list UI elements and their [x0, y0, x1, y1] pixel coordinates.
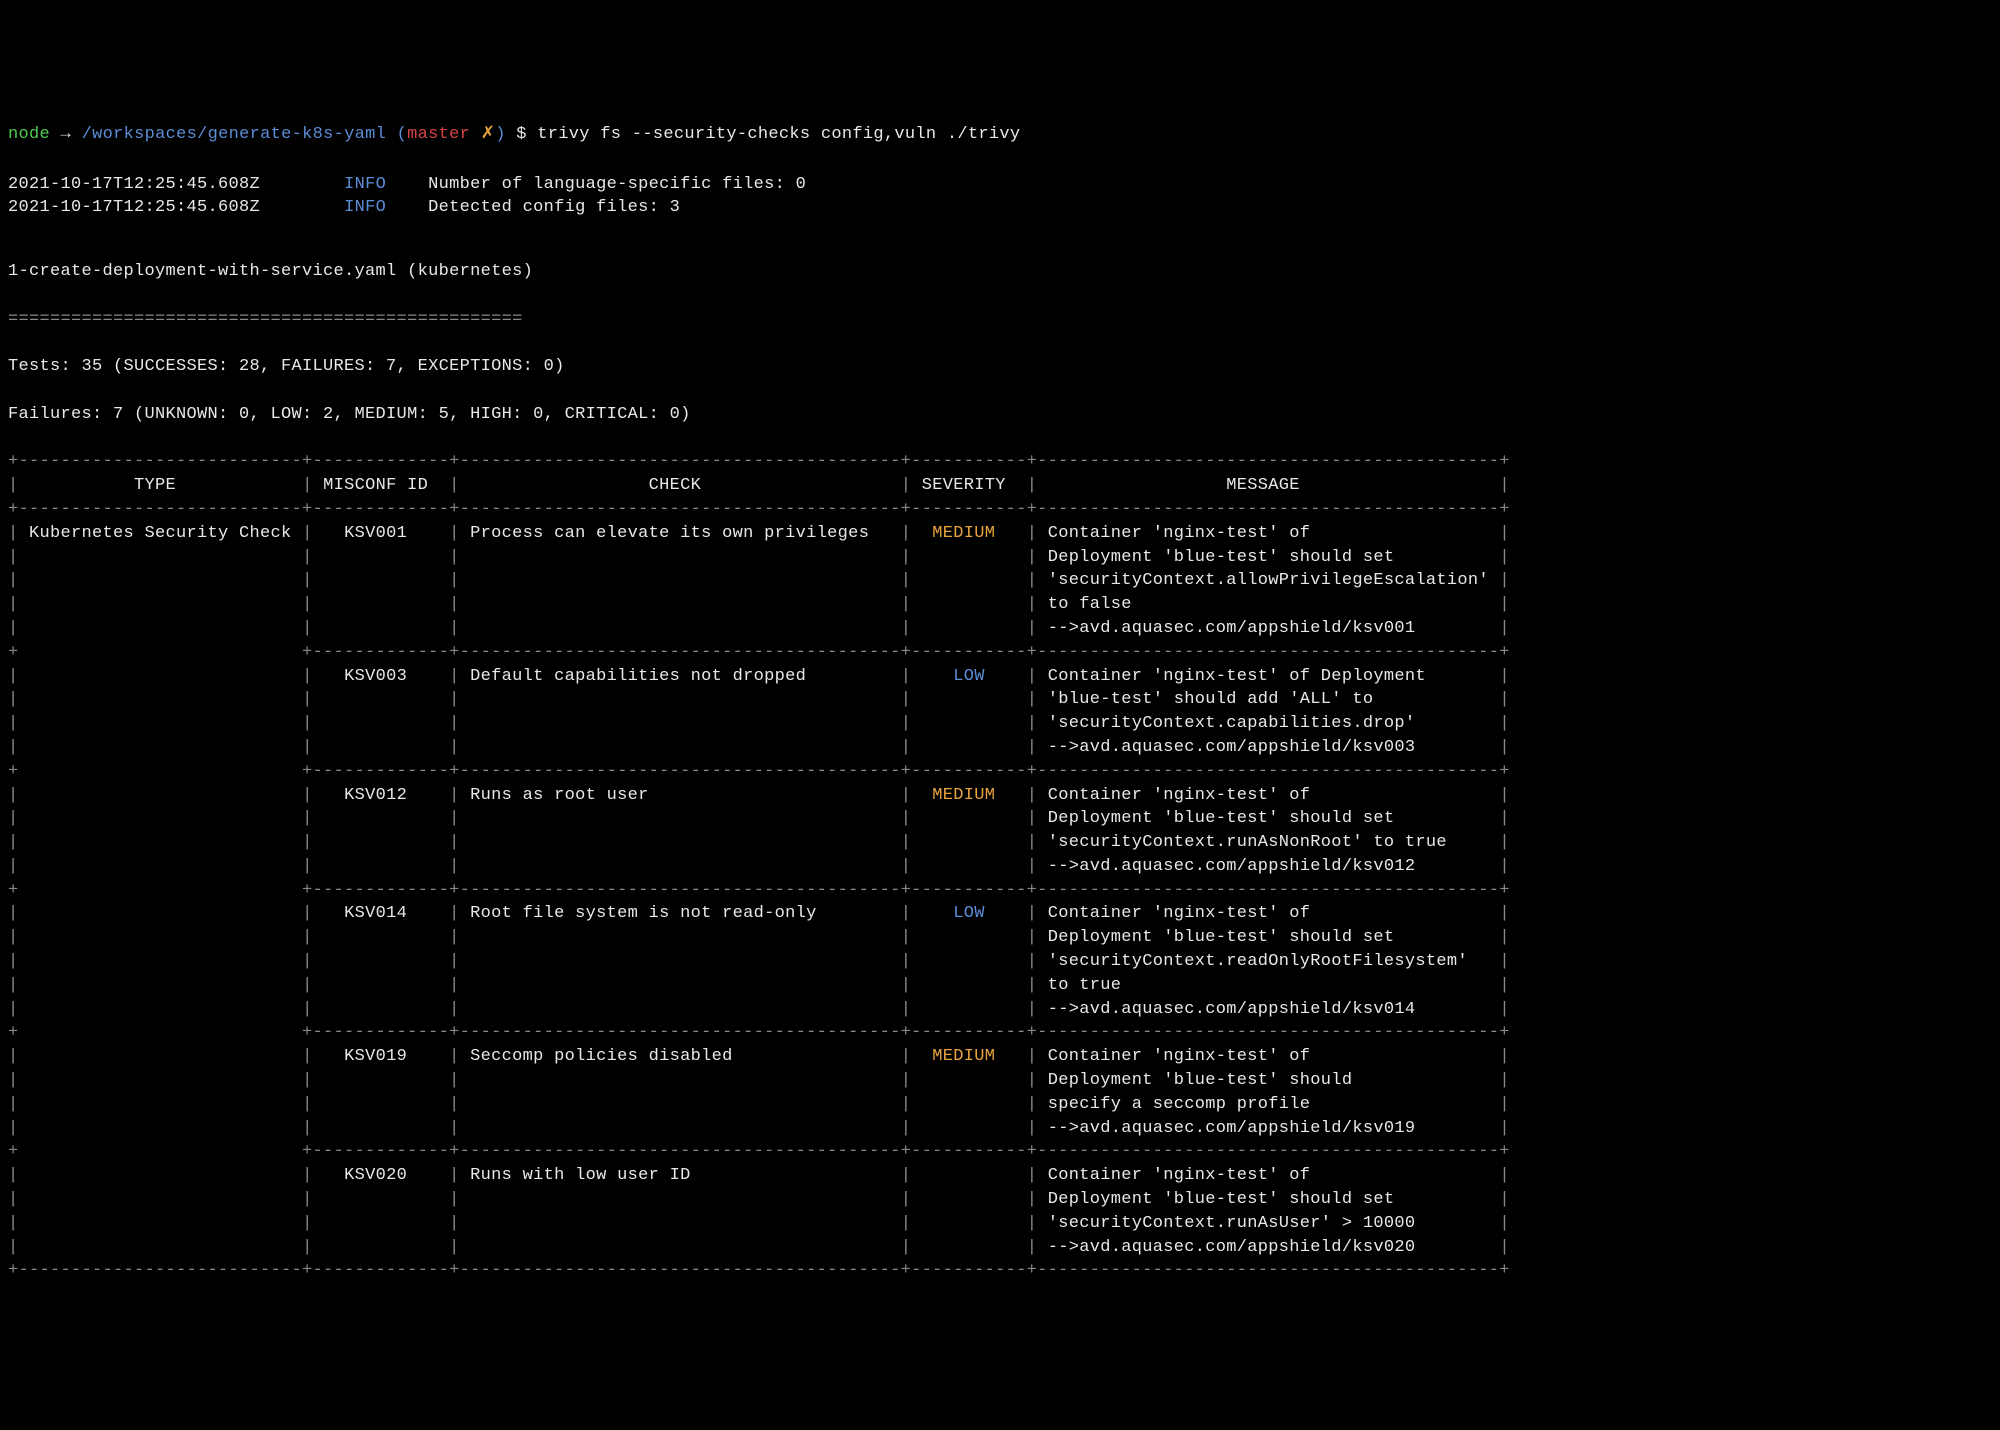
table-row: | | | | | -->avd.aquasec.com/appshield/k… [8, 1236, 1992, 1260]
table-row: | | | | | Deployment 'blue-test' should … [8, 807, 1992, 831]
git-dirty-icon: ✗ [481, 125, 496, 144]
table-row: + +-------------+-----------------------… [8, 760, 1992, 784]
table-row: | | | | | 'securityContext.capabilities.… [8, 712, 1992, 736]
table-row: | | | | | 'securityContext.runAsNonRoot'… [8, 831, 1992, 855]
command-text: trivy fs --security-checks config,vuln .… [537, 125, 1020, 144]
shell-prompt[interactable]: node → /workspaces/generate-k8s-yaml (ma… [8, 123, 1992, 147]
failures-summary: Failures: 7 (UNKNOWN: 0, LOW: 2, MEDIUM:… [8, 403, 1992, 427]
prompt-arrow: → [61, 125, 72, 144]
table-row: +---------------------------+-----------… [8, 450, 1992, 474]
table-row: | | | | | 'securityContext.allowPrivileg… [8, 569, 1992, 593]
table-row: | | | | | to true | [8, 974, 1992, 998]
git-branch: master [407, 125, 470, 144]
table-row: | | KSV019 | Seccomp policies disabled |… [8, 1045, 1992, 1069]
table-row: | | | | | to false | [8, 593, 1992, 617]
table-row: | | | | | specify a seccomp profile | [8, 1093, 1992, 1117]
table-row: | | KSV003 | Default capabilities not dr… [8, 665, 1992, 689]
prompt-cwd: /workspaces/generate-k8s-yaml [82, 125, 387, 144]
table-row: | | | | | 'securityContext.runAsUser' > … [8, 1212, 1992, 1236]
table-row: | | | | | -->avd.aquasec.com/appshield/k… [8, 1117, 1992, 1141]
table-row: | | | | | -->avd.aquasec.com/appshield/k… [8, 617, 1992, 641]
results-table: +---------------------------+-----------… [8, 450, 1992, 1283]
terminal-output: node → /workspaces/generate-k8s-yaml (ma… [8, 99, 1992, 1307]
table-row: | | | | | -->avd.aquasec.com/appshield/k… [8, 855, 1992, 879]
table-row: | | | | | Deployment 'blue-test' should … [8, 1188, 1992, 1212]
table-row: | TYPE | MISCONF ID | CHECK | SEVERITY |… [8, 474, 1992, 498]
prompt-dollar: $ [516, 125, 527, 144]
log-line: 2021-10-17T12:25:45.608Z INFO Detected c… [8, 196, 1992, 220]
table-row: | | KSV020 | Runs with low user ID | | C… [8, 1164, 1992, 1188]
header-divider: ========================================… [8, 308, 1992, 332]
table-row: + +-------------+-----------------------… [8, 641, 1992, 665]
table-row: | | KSV012 | Runs as root user | MEDIUM … [8, 784, 1992, 808]
table-row: | Kubernetes Security Check | KSV001 | P… [8, 522, 1992, 546]
log-line: 2021-10-17T12:25:45.608Z INFO Number of … [8, 173, 1992, 197]
table-row: | | | | | 'securityContext.readOnlyRootF… [8, 950, 1992, 974]
table-row: | | | | | -->avd.aquasec.com/appshield/k… [8, 998, 1992, 1022]
table-row: | | | | | Deployment 'blue-test' should … [8, 546, 1992, 570]
table-row: | | KSV014 | Root file system is not rea… [8, 902, 1992, 926]
table-row: | | | | | Deployment 'blue-test' should … [8, 926, 1992, 950]
branch-close: ) [495, 125, 506, 144]
tests-summary: Tests: 35 (SUCCESSES: 28, FAILURES: 7, E… [8, 355, 1992, 379]
table-row: + +-------------+-----------------------… [8, 1021, 1992, 1045]
table-row: + +-------------+-----------------------… [8, 879, 1992, 903]
table-row: | | | | | Deployment 'blue-test' should … [8, 1069, 1992, 1093]
table-row: | | | | | -->avd.aquasec.com/appshield/k… [8, 736, 1992, 760]
table-row: +---------------------------+-----------… [8, 1259, 1992, 1283]
table-row: | | | | | 'blue-test' should add 'ALL' t… [8, 688, 1992, 712]
branch-open: ( [397, 125, 408, 144]
table-row: + +-------------+-----------------------… [8, 1140, 1992, 1164]
prompt-user: node [8, 125, 50, 144]
table-row: +---------------------------+-----------… [8, 498, 1992, 522]
file-header: 1-create-deployment-with-service.yaml (k… [8, 260, 1992, 284]
